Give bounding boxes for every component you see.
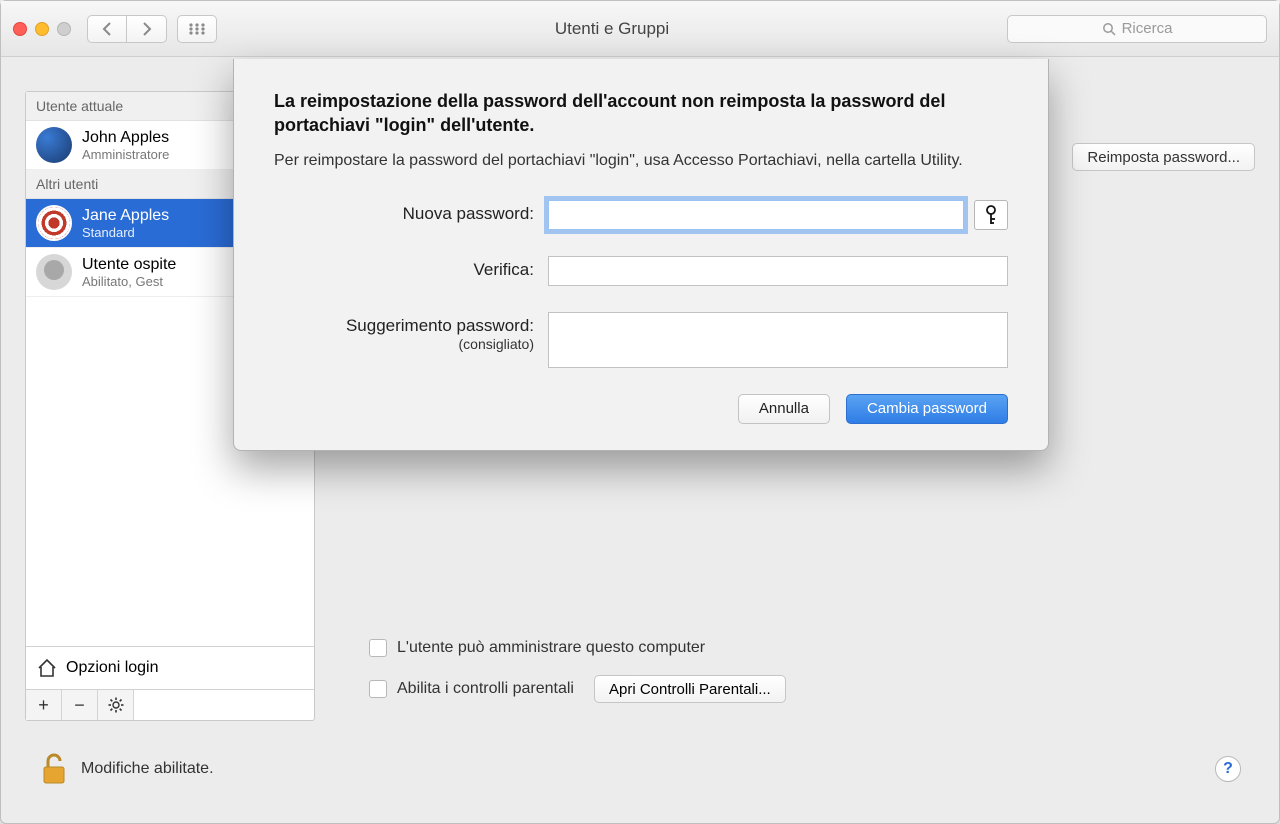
login-options-label: Opzioni login <box>66 659 159 677</box>
change-password-button[interactable]: Cambia password <box>846 394 1008 424</box>
user-role: Abilitato, Gest <box>82 274 176 289</box>
hint-row: Suggerimento password: (consigliato) <box>274 312 1008 368</box>
password-assistant-button[interactable] <box>974 200 1008 230</box>
house-icon <box>36 657 58 679</box>
user-name: Jane Apples <box>82 207 169 225</box>
help-button[interactable]: ? <box>1215 756 1241 782</box>
forward-button[interactable] <box>127 15 167 43</box>
parental-checkbox-row: Abilita i controlli parentali Apri Contr… <box>369 675 1237 703</box>
footer: Modifiche abilitate. ? <box>25 745 1255 803</box>
back-button[interactable] <box>87 15 127 43</box>
lock-status-text: Modifiche abilitate. <box>81 760 214 778</box>
hint-sub-label: (consigliato) <box>274 336 534 352</box>
password-form: Nuova password: Verifica: <box>274 200 1008 368</box>
hint-label-text: Suggerimento password: <box>346 316 534 335</box>
user-role: Amministratore <box>82 147 169 162</box>
open-parental-button[interactable]: Apri Controlli Parentali... <box>594 675 786 703</box>
user-name: John Apples <box>82 129 169 147</box>
verify-row: Verifica: <box>274 256 1008 286</box>
login-options[interactable]: Opzioni login <box>26 646 314 689</box>
titlebar: Utenti e Gruppi Ricerca <box>1 1 1279 57</box>
admin-checkbox-label: L'utente può amministrare questo compute… <box>397 639 705 657</box>
nav-back-forward <box>87 15 167 43</box>
cancel-button[interactable]: Annulla <box>738 394 830 424</box>
admin-checkbox-row: L'utente può amministrare questo compute… <box>369 639 1237 657</box>
sheet-description: Per reimpostare la password del portachi… <box>274 150 1008 172</box>
new-password-label: Nuova password: <box>274 200 534 224</box>
avatar-silhouette-icon <box>36 254 72 290</box>
show-all-button[interactable] <box>177 15 217 43</box>
search-field[interactable]: Ricerca <box>1007 15 1267 43</box>
zoom-icon <box>57 22 71 36</box>
sheet-heading: La reimpostazione della password dell'ac… <box>274 89 1008 138</box>
hint-input[interactable] <box>548 312 1008 368</box>
new-password-input[interactable] <box>548 200 964 230</box>
remove-user-button[interactable]: − <box>62 690 98 720</box>
key-icon <box>984 205 998 225</box>
gear-icon <box>108 697 124 713</box>
user-role: Standard <box>82 225 169 240</box>
avatar-earth-icon <box>36 127 72 163</box>
settings-button[interactable] <box>98 690 134 720</box>
verify-input[interactable] <box>548 256 1008 286</box>
lock-open-icon[interactable] <box>39 751 69 787</box>
sidebar-toolbar: + − <box>26 689 314 720</box>
user-name: Utente ospite <box>82 256 176 274</box>
reset-password-button[interactable]: Reimposta password... <box>1072 143 1255 171</box>
parental-checkbox-label: Abilita i controlli parentali <box>397 680 574 698</box>
preferences-window: Utenti e Gruppi Ricerca Utente attuale J… <box>0 0 1280 824</box>
search-placeholder: Ricerca <box>1122 20 1173 37</box>
avatar-target-icon <box>36 205 72 241</box>
sheet-actions: Annulla Cambia password <box>274 394 1008 424</box>
window-controls <box>13 22 71 36</box>
admin-checkbox[interactable] <box>369 639 387 657</box>
minimize-icon[interactable] <box>35 22 49 36</box>
hint-label: Suggerimento password: (consigliato) <box>274 312 534 352</box>
close-icon[interactable] <box>13 22 27 36</box>
window-title: Utenti e Gruppi <box>227 19 997 39</box>
reset-password-sheet: La reimpostazione della password dell'ac… <box>233 59 1049 451</box>
add-user-button[interactable]: + <box>26 690 62 720</box>
verify-label: Verifica: <box>274 256 534 280</box>
search-icon <box>1102 22 1116 36</box>
new-password-row: Nuova password: <box>274 200 1008 230</box>
parental-checkbox[interactable] <box>369 680 387 698</box>
